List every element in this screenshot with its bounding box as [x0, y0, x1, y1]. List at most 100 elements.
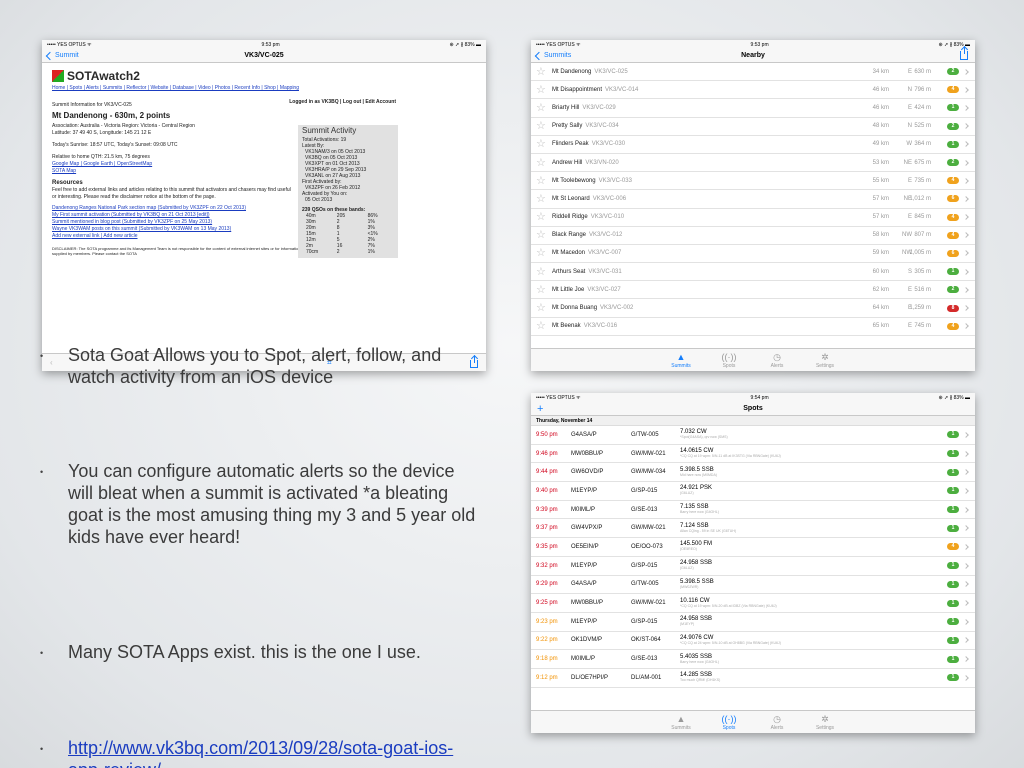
summit-row[interactable]: ☆ Mt Dandenong VK3/VC-025 34 km E 630 m2 [531, 63, 975, 82]
share-icon[interactable] [960, 47, 968, 60]
summit-elevation: 516 m [914, 286, 931, 293]
resource-link-text[interactable]: My First summit activation (Submitted by… [52, 212, 210, 218]
web-content: SOTAwatch2 Logged in as VK3BQ | Log out … [42, 63, 486, 351]
star-icon[interactable]: ☆ [536, 175, 552, 186]
chevron-right-icon [963, 214, 969, 220]
site-nav-links[interactable]: Home | Spots | Alerts | Summits | Reflec… [52, 85, 476, 92]
spot-row[interactable]: 9:32 pm M1EYP/P G/SP-015 24.958 SSB (G6LUZ) 1 [531, 557, 975, 576]
summit-name: Mt Dandenong [552, 68, 592, 75]
spot-frequency: 24.9076 CW *CQ CQ at 24 wpm: 5/N-10 dB at… [680, 635, 900, 646]
tab-spots[interactable]: ((·)) Spots [705, 349, 753, 371]
back-button[interactable]: Summits [531, 51, 571, 60]
spot-row[interactable]: 9:29 pm G4ASA/P G/TW-005 5.398.5 SSB (MW0ZWR… [531, 576, 975, 595]
status-bar: ••••• YES OPTUS ᯤ 9:53 pm ⊕ ➚ ∦ 83% ▬ [531, 40, 975, 49]
summit-row[interactable]: ☆ Riddell Ridge VK3/VC-010 57 km E 845 m4 [531, 209, 975, 227]
tab-alerts[interactable]: ◷ Alerts [753, 711, 801, 733]
add-spot-button[interactable]: + [531, 403, 543, 415]
summit-row[interactable]: ☆ Mt Toolebewong VK3/VC-033 55 km E 735 m4 [531, 172, 975, 191]
summit-name: Mt St Leonard [552, 195, 590, 202]
spot-row[interactable]: 9:22 pm OK1DVM/P OK/ST-064 24.9076 CW *CQ CQ… [531, 632, 975, 651]
spot-row[interactable]: 9:46 pm MW0BBU/P GW/MW-021 14.0615 CW *CQ CQ… [531, 445, 975, 464]
summit-row[interactable]: ☆ Mt St Leonard VK3/VC-006 57 km NE 1,012 m6 [531, 190, 975, 209]
summit-row[interactable]: ☆ Mt Little Joe VK3/VC-027 62 km E 516 m2 [531, 281, 975, 300]
spot-callsign: G4ASA/P [571, 581, 597, 588]
star-icon[interactable]: ☆ [536, 284, 552, 295]
share-icon[interactable] [470, 356, 478, 368]
spot-row[interactable]: 9:40 pm M1EYP/P G/SP-015 24.921 PSK (G6LUZ) 1 [531, 482, 975, 501]
summit-code: VK3/VC-030 [591, 141, 626, 148]
resource-link-text[interactable]: Wayne VK3WAM posts on this summit (Submi… [52, 226, 231, 232]
summits-icon: ▲ [676, 352, 686, 362]
star-icon[interactable]: ☆ [536, 84, 552, 95]
summit-row[interactable]: ☆ Flinders Peak VK3/VC-030 49 km W 364 m1 [531, 136, 975, 154]
summit-name: Arthurs Seat [552, 268, 586, 275]
summit-row[interactable]: ☆ Briarty Hill VK3/VC-029 46 km E 424 m1 [531, 99, 975, 118]
back-button[interactable]: Summit [42, 51, 79, 60]
spot-row[interactable]: 9:35 pm OE5EIN/P OE/OO-073 145.500 FM (OE5RE… [531, 538, 975, 557]
star-icon[interactable]: ☆ [536, 212, 552, 223]
star-icon[interactable]: ☆ [536, 66, 552, 77]
resource-link-text[interactable]: Dandenong Ranges National Park section m… [52, 205, 246, 211]
login-info[interactable]: Logged in as VK3BQ | Log out | Edit Acco… [289, 99, 396, 106]
nearby-screenshot: ••••• YES OPTUS ᯤ 9:53 pm ⊕ ➚ ∦ 83% ▬ Su… [531, 40, 975, 371]
summit-row[interactable]: ☆ Arthurs Seat VK3/VC-031 60 km S 305 m1 [531, 263, 975, 282]
spot-row[interactable]: 9:23 pm M1EYP/P G/SP-015 24.958 SSB (M1EYP) 1 [531, 613, 975, 632]
resource-link-text[interactable]: Summit mentioned in blog post (Submitted… [52, 219, 212, 225]
summit-row[interactable]: ☆ Mt Disappointment VK3/VC-014 46 km N 796 m4 [531, 81, 975, 100]
star-icon[interactable]: ☆ [536, 321, 552, 332]
summit-row[interactable]: ☆ Andrew Hill VK3/VN-020 53 km NE 675 m2 [531, 154, 975, 173]
maps-links[interactable]: Google Map | Google Earth | OpenStreetMa… [52, 161, 152, 167]
chevron-right-icon [963, 323, 969, 330]
star-icon[interactable]: ☆ [536, 248, 552, 259]
summit-row[interactable]: ☆ Mt Macedon VK3/VC-007 59 km NW 1,005 m6 [531, 245, 975, 264]
spot-row[interactable]: 9:50 pm G4ASA/P G/TW-005 7.032 CW *Spot(G4AS… [531, 426, 975, 445]
tab-settings[interactable]: ✲ Settings [801, 711, 849, 733]
you-value: 05 Oct 2013 [305, 197, 333, 203]
tab-summits[interactable]: ▲ Summits [657, 349, 705, 371]
spot-row[interactable]: 9:18 pm M0IML/P G/SE-013 5.4035 SSB Barry he… [531, 650, 975, 669]
spots-icon: ((·)) [721, 714, 737, 724]
star-icon[interactable]: ☆ [536, 193, 552, 204]
star-icon[interactable]: ☆ [536, 121, 552, 132]
tab-summits[interactable]: ▲ Summits [657, 711, 705, 733]
spot-row[interactable]: 9:39 pm M0IML/P G/SE-013 7.135 SSB Barry her… [531, 501, 975, 520]
band-percent: 1% [367, 249, 375, 255]
day-header: Thursday, November 14 [531, 416, 975, 426]
summit-code: VK3/VC-006 [592, 195, 627, 202]
info-head: Summit Information for VK3/VC-025 [52, 102, 132, 108]
star-icon[interactable]: ☆ [536, 303, 552, 314]
points-badge: 8 [947, 304, 959, 312]
tab-spots[interactable]: ((·)) Spots [705, 711, 753, 733]
chevron-right-icon [963, 287, 969, 293]
summit-row[interactable]: ☆ Black Range VK3/VC-012 58 km NW 807 m4 [531, 227, 975, 245]
resource-link-text[interactable]: Add new external link | Add new article [52, 233, 138, 239]
summit-row[interactable]: ☆ Mt Beenak VK3/VC-016 65 km E 745 m4 [531, 318, 975, 336]
chevron-right-icon [963, 488, 969, 494]
chevron-right-icon [963, 196, 969, 202]
spot-row[interactable]: 9:12 pm DL/OE7HPI/P DL/AM-001 14.285 SSB Too… [531, 669, 975, 688]
spot-row[interactable]: 9:37 pm GW4VPX/P GW/MW-021 7.124 SSB Allan C… [531, 519, 975, 539]
summit-row[interactable]: ☆ Pretty Sally VK3/VC-034 48 km N 525 m2 [531, 118, 975, 136]
sun-text: Today's Sunrise: 18:57 UTC, Today's Suns… [52, 142, 178, 148]
spot-row[interactable]: 9:25 pm MW0BBU/P GW/MW-021 10.116 CW *CQ CQ … [531, 594, 975, 613]
bullet-dot: • [40, 744, 44, 754]
review-link[interactable]: http://www.vk3bq.com/2013/09/28/sota-goa… [68, 738, 453, 768]
spots-icon: ((·)) [721, 352, 737, 362]
star-icon[interactable]: ☆ [536, 102, 552, 113]
star-icon[interactable]: ☆ [536, 230, 552, 241]
star-icon[interactable]: ☆ [536, 139, 552, 150]
star-icon[interactable]: ☆ [536, 157, 552, 168]
site-nav-links-text[interactable]: Home | Spots | Alerts | Summits | Reflec… [52, 85, 299, 91]
summit-code: VK3/VC-002 [600, 305, 634, 312]
tab-alerts[interactable]: ◷ Alerts [753, 349, 801, 371]
star-icon[interactable]: ☆ [536, 266, 552, 277]
summit-row[interactable]: ☆ Mt Donna Buang VK3/VC-002 64 km E 1,259 m8 [531, 299, 975, 318]
spot-time: 9:50 pm [536, 431, 558, 438]
tab-settings[interactable]: ✲ Settings [801, 349, 849, 371]
tab-label: Spots [722, 363, 736, 369]
chevron-right-icon [963, 525, 969, 532]
sota-map-link[interactable]: SOTA Map [52, 168, 76, 174]
spot-row[interactable]: 9:44 pm GW6OVD/P GW/MW-034 5.398.5 SSB Mid h… [531, 463, 975, 483]
summit-name: Pretty Sally [552, 123, 583, 130]
spot-time: 9:37 pm [536, 525, 558, 532]
